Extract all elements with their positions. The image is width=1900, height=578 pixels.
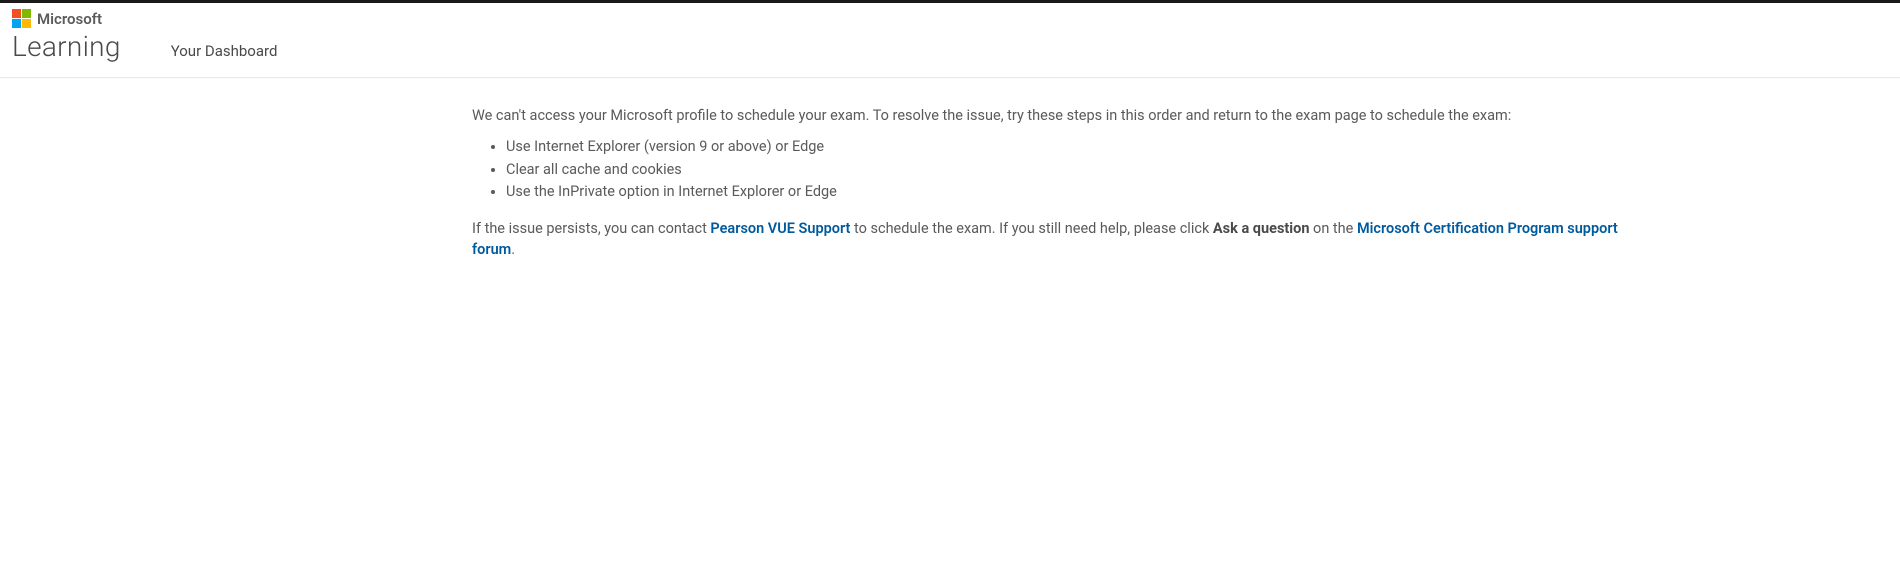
main-content: We can't access your Microsoft profile t…: [260, 78, 1640, 281]
list-item: Use the InPrivate option in Internet Exp…: [506, 181, 1620, 203]
microsoft-logo-icon: [12, 9, 31, 28]
steps-list: Use Internet Explorer (version 9 or abov…: [472, 136, 1620, 203]
followup-on: on the: [1309, 220, 1357, 237]
pearson-vue-support-link[interactable]: Pearson VUE Support: [710, 220, 850, 237]
followup-prefix: If the issue persists, you can contact: [472, 220, 710, 237]
error-intro-text: We can't access your Microsoft profile t…: [472, 106, 1620, 126]
sub-header: Learning Your Dashboard: [0, 28, 1900, 78]
followup-text: If the issue persists, you can contact P…: [472, 218, 1620, 262]
brand-header: Microsoft: [0, 3, 1900, 28]
microsoft-brand-text: Microsoft: [37, 10, 102, 28]
followup-mid: to schedule the exam. If you still need …: [850, 220, 1212, 237]
dashboard-link[interactable]: Your Dashboard: [171, 42, 278, 60]
list-item: Use Internet Explorer (version 9 or abov…: [506, 136, 1620, 158]
ask-a-question-label: Ask a question: [1213, 220, 1310, 237]
followup-end: .: [511, 241, 515, 258]
microsoft-brand[interactable]: Microsoft: [12, 9, 1888, 28]
learning-title: Learning: [12, 30, 121, 63]
list-item: Clear all cache and cookies: [506, 159, 1620, 181]
